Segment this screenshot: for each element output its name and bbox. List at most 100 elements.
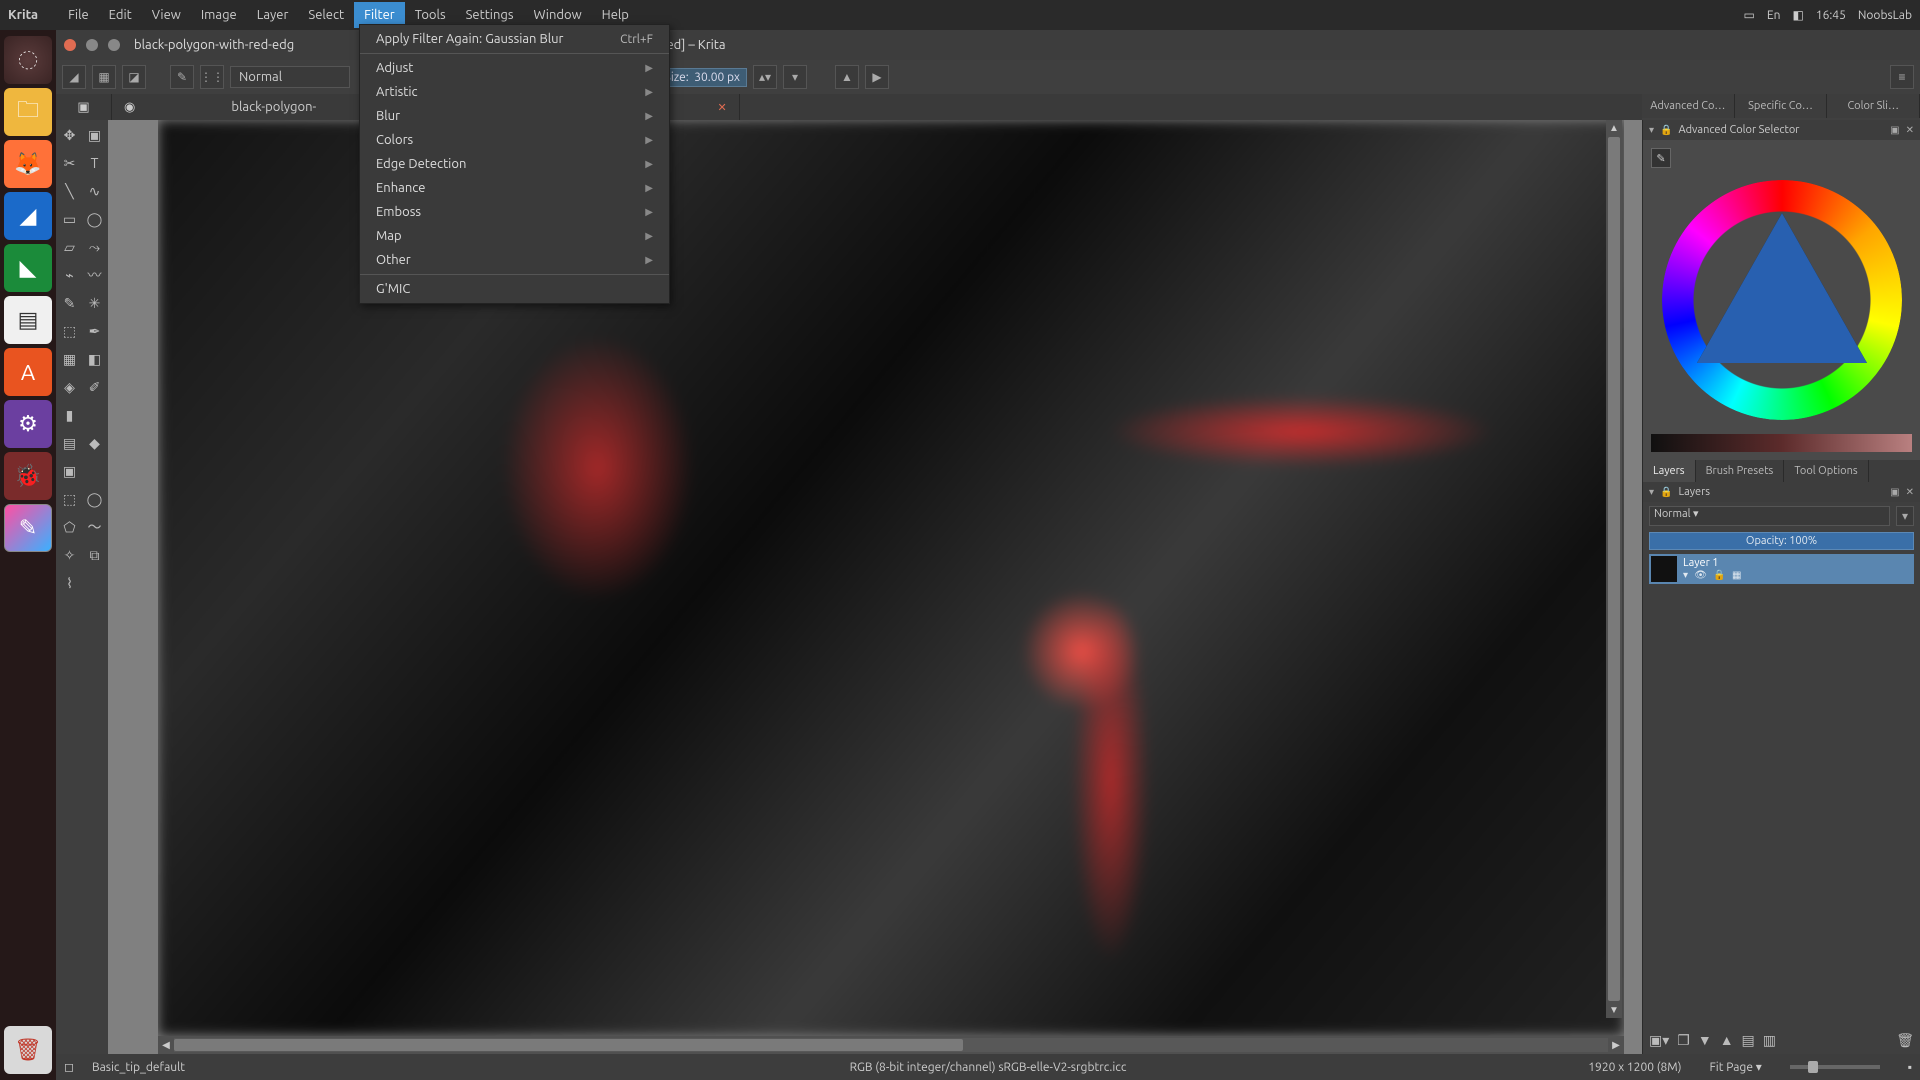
app-green-icon[interactable]: ◣ (4, 244, 52, 292)
measure-tool[interactable]: ▤ (58, 430, 81, 456)
menu-colors[interactable]: Colors▶ (360, 128, 669, 152)
color-triangle[interactable] (1697, 213, 1867, 363)
vertical-scroll-thumb[interactable] (1608, 137, 1620, 1001)
select-tool-2[interactable] (83, 458, 106, 484)
software-center-icon[interactable]: A (4, 348, 52, 396)
layer-opacity-slider[interactable]: Opacity: 100% (1649, 532, 1914, 550)
layer-up-button[interactable]: ▲ (1720, 1032, 1734, 1048)
window-maximize-button[interactable] (108, 39, 120, 51)
workspace-chooser-button[interactable]: ≡ (1890, 65, 1914, 89)
brush-size-field[interactable]: Size: 30.00 px (658, 68, 747, 87)
assistants-tool[interactable] (83, 402, 106, 428)
select-tool[interactable]: ▣ (58, 458, 81, 484)
polyline-tool[interactable]: ⤳ (83, 234, 106, 260)
layer-group-button[interactable]: ▥ (1763, 1032, 1776, 1049)
blend-options-icon[interactable]: ▾ (1896, 506, 1914, 526)
calligraphy-tool[interactable]: ✒ (83, 318, 106, 344)
blend-mode-combo[interactable]: Normal (230, 66, 350, 88)
zoom-reset-button[interactable]: ▪ (1908, 1060, 1912, 1074)
fg-bg-swap-button[interactable]: ◪ (122, 65, 146, 89)
menu-artistic[interactable]: Artistic▶ (360, 80, 669, 104)
move-tool[interactable]: ✥ (58, 122, 81, 148)
color-history-strip[interactable] (1651, 434, 1912, 452)
layer-blend-mode[interactable]: Normal ▾ (1649, 506, 1890, 526)
layers-collapse-icon[interactable]: ▾ (1649, 486, 1654, 498)
layers-close-icon[interactable]: ✕ (1906, 486, 1914, 498)
settings-icon[interactable]: ⚙ (4, 400, 52, 448)
tab-brush-presets[interactable]: Brush Presets (1696, 460, 1785, 482)
close-docker-icon[interactable]: ✕ (1906, 124, 1914, 136)
curve-tool[interactable]: ∿ (83, 178, 106, 204)
scroll-right-icon[interactable]: ▶ (1608, 1039, 1624, 1051)
lock-icon[interactable]: 🔒 (1660, 124, 1672, 136)
files-icon[interactable]: 🗀 (4, 88, 52, 136)
delete-layer-button[interactable]: 🗑 (1896, 1032, 1914, 1049)
zoom-level-combo[interactable]: Fit Page ▾ (1710, 1060, 1762, 1074)
scroll-down-icon[interactable]: ▼ (1609, 1002, 1619, 1018)
ellipse-select-tool[interactable]: ◯ (83, 486, 106, 512)
color-picker-button[interactable]: ✎ (1651, 148, 1671, 168)
line-tool[interactable]: ╲ (58, 178, 81, 204)
tab-layers[interactable]: Layers (1643, 460, 1696, 482)
document-icon[interactable]: ▤ (4, 296, 52, 344)
pan-tool[interactable] (83, 570, 106, 596)
tab-close-icon[interactable]: ✕ (717, 101, 726, 114)
reference-tool[interactable]: ◆ (83, 430, 106, 456)
krita-launcher-icon[interactable]: ✎ (4, 504, 52, 552)
menu-blur[interactable]: Blur▶ (360, 104, 669, 128)
menu-apply-filter-again[interactable]: Apply Filter Again: Gaussian BlurCtrl+F (360, 27, 669, 51)
advanced-color-selector[interactable]: ✎ (1643, 140, 1920, 460)
multibrush-tool[interactable]: ✳ (83, 290, 106, 316)
horizontal-scroll-thumb[interactable] (174, 1039, 963, 1051)
tab-tool-options[interactable]: Tool Options (1784, 460, 1868, 482)
text-tool[interactable]: T (83, 150, 106, 176)
deform-tool[interactable]: ◈ (58, 374, 81, 400)
bug-report-icon[interactable]: 🐞 (4, 452, 52, 500)
horizontal-scrollbar[interactable]: ◀ ▶ (158, 1036, 1624, 1054)
menu-other[interactable]: Other▶ (360, 248, 669, 272)
fill-tool[interactable]: ▮ (58, 402, 81, 428)
menu-image[interactable]: Image (191, 2, 247, 28)
vertical-scrollbar[interactable]: ▲ ▼ (1606, 120, 1622, 1018)
menu-map[interactable]: Map▶ (360, 224, 669, 248)
edit-shapes-tool[interactable]: ⬚ (58, 318, 81, 344)
new-layer-button[interactable]: ▣▾ (1649, 1032, 1669, 1049)
freehand-path-tool[interactable]: 〰 (83, 262, 106, 288)
menu-view[interactable]: View (142, 2, 191, 28)
layers-float-icon[interactable]: ▣ (1890, 486, 1899, 498)
overview-tab-icon[interactable]: ▣ (56, 94, 112, 120)
language-indicator[interactable]: En (1767, 9, 1781, 22)
menu-file[interactable]: File (58, 2, 99, 28)
scroll-up-icon[interactable]: ▲ (1609, 120, 1619, 136)
float-docker-icon[interactable]: ▣ (1890, 124, 1899, 136)
menu-edge-detection[interactable]: Edge Detection▶ (360, 152, 669, 176)
collapse-icon[interactable]: ▾ (1649, 124, 1654, 136)
battery-icon[interactable]: ◧ (1792, 8, 1803, 22)
pattern-swatch-button[interactable]: ▦ (92, 65, 116, 89)
size-dropdown[interactable]: ▾ (783, 65, 807, 89)
user-menu[interactable]: NoobsLab (1858, 9, 1912, 22)
dash-home-icon[interactable]: ◌ (4, 36, 52, 84)
contiguous-select-tool[interactable]: ✧ (58, 542, 81, 568)
pattern-edit-tool[interactable]: ▦ (58, 346, 81, 372)
trash-icon[interactable]: 🗑 (4, 1026, 52, 1074)
docker-tab-color-sliders[interactable]: Color Sli… (1827, 94, 1920, 118)
docker-tab-advanced-color[interactable]: Advanced Co… (1642, 94, 1735, 118)
dyna-tool[interactable]: ✎ (58, 290, 81, 316)
menu-emboss[interactable]: Emboss▶ (360, 200, 669, 224)
layers-lock-icon[interactable]: 🔒 (1660, 486, 1672, 498)
firefox-icon[interactable]: 🦊 (4, 140, 52, 188)
window-minimize-button[interactable] (86, 39, 98, 51)
bezier-select-tool[interactable]: ⌇ (58, 570, 81, 596)
menu-gmic[interactable]: G'MIC (360, 277, 669, 301)
layer-properties-button[interactable]: ▤ (1742, 1032, 1755, 1049)
scroll-left-icon[interactable]: ◀ (158, 1039, 174, 1051)
free-select-tool[interactable]: 〜 (83, 514, 106, 540)
menu-layer[interactable]: Layer (247, 2, 299, 28)
bezier-tool[interactable]: ⌁ (58, 262, 81, 288)
size-spinner[interactable]: ▴▾ (753, 65, 777, 89)
menu-select[interactable]: Select (298, 2, 354, 28)
color-picker-tool[interactable]: ✐ (83, 374, 106, 400)
docker-tab-specific-color[interactable]: Specific Co… (1735, 94, 1828, 118)
brush-presets-button[interactable]: ⋮⋮ (200, 65, 224, 89)
